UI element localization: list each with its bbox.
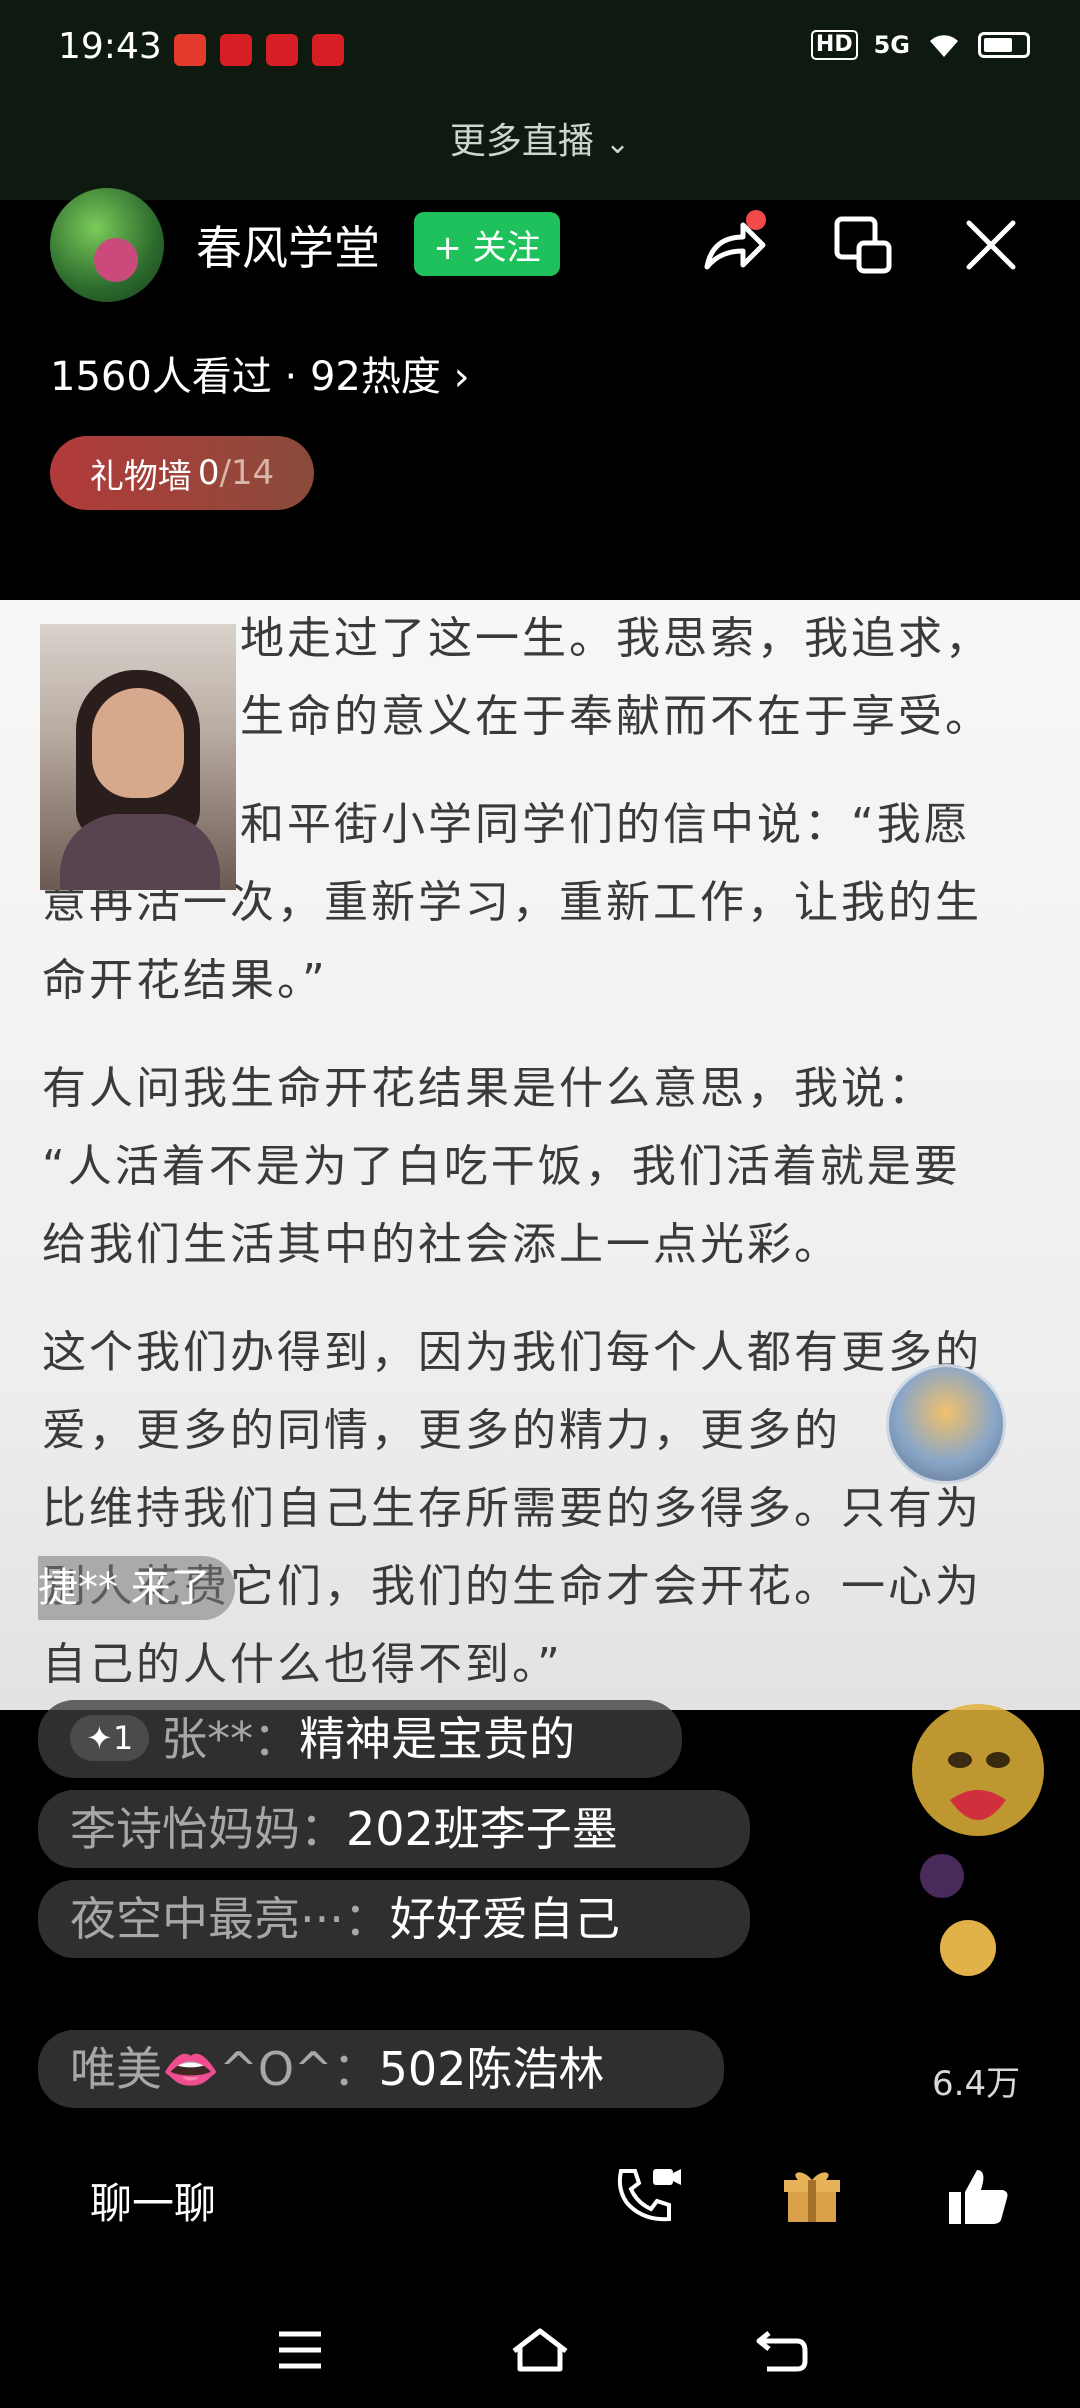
comment-text: 202班李子墨	[346, 1802, 618, 1856]
follow-button[interactable]: + 关注	[414, 212, 560, 276]
home-nav-button[interactable]	[510, 2320, 570, 2380]
like-count: 6.4万	[932, 2064, 1021, 2104]
comment-item[interactable]: 唯美👄^O^：502陈浩林	[38, 2030, 724, 2108]
doc-line: 比维持我们自己生存所需要的多得多。只有为	[42, 1483, 982, 1534]
presenter-body	[60, 814, 220, 890]
more-live-bar[interactable]: 更多直播 ⌄	[0, 100, 1080, 200]
notification-app-icon	[220, 34, 252, 66]
doc-line: 和平街小学同学们的信中说：“我愿	[240, 799, 971, 850]
gift-wall-button[interactable]: 礼物墙 0 /14	[50, 436, 314, 510]
float-window-button[interactable]	[828, 210, 898, 280]
viewer-count: 1560人看过	[50, 354, 272, 400]
doc-line: 地走过了这一生。我思索，我追求，	[240, 613, 992, 664]
status-bar: 19:43 HD 5G	[0, 0, 1080, 100]
gift-button[interactable]	[776, 2160, 848, 2232]
chat-input[interactable]: 聊一聊	[90, 2170, 216, 2231]
chevron-down-icon: ⌄	[604, 126, 631, 161]
doc-line: “人活着不是为了白吃干饭，我们活着就是要	[42, 1141, 961, 1192]
menu-nav-button[interactable]	[270, 2320, 330, 2380]
doc-line: 这个我们办得到，因为我们每个人都有更多的	[42, 1327, 982, 1378]
notification-app-icon	[266, 34, 298, 66]
fan-level-badge: ✦1	[70, 1715, 150, 1761]
gift-wall-count: 0	[197, 453, 220, 493]
status-time: 19:43	[58, 26, 162, 67]
notification-icons	[174, 34, 344, 66]
guest-avatar[interactable]	[886, 1364, 1006, 1484]
comment-user: 李诗怡妈妈：	[70, 1802, 346, 1856]
doc-line: 自己的人什么也得不到。”	[42, 1639, 563, 1690]
heat-count: 92热度	[309, 354, 441, 400]
battery-icon	[978, 32, 1030, 58]
share-notification-dot	[746, 210, 766, 230]
comment-text: 502陈浩林	[378, 2042, 605, 2096]
system-icons: HD 5G	[810, 30, 1030, 60]
gift-animation-sticker	[890, 1700, 1060, 1900]
comment-text: 精神是宝贵的	[299, 1712, 576, 1766]
close-button[interactable]	[956, 210, 1026, 280]
presenter-camera-view[interactable]	[40, 624, 236, 890]
home-icon	[512, 2328, 568, 2372]
thumbs-up-icon	[949, 2170, 1008, 2224]
doc-line: 生命的意义在于奉献而不在于享受。	[240, 691, 992, 742]
gift-icon	[784, 2172, 840, 2222]
streamer-avatar[interactable]	[50, 188, 164, 302]
streamer-name[interactable]: 春风学堂	[196, 212, 380, 278]
menu-icon	[279, 2331, 321, 2369]
separator-dot: ·	[284, 354, 310, 400]
chevron-right-icon: ›	[453, 354, 470, 400]
video-call-icon	[617, 2169, 681, 2222]
system-nav-bar	[0, 2290, 1080, 2408]
picture-in-picture-icon	[834, 216, 892, 274]
comment-text: 好好爱自己	[389, 1892, 620, 1946]
gift-wall-label: 礼物墙	[89, 456, 192, 497]
more-live-label: 更多直播	[449, 121, 594, 162]
like-button[interactable]	[942, 2160, 1014, 2232]
share-button[interactable]	[700, 210, 770, 280]
comment-item[interactable]: 夜空中最亮···：好好爱自己	[38, 1880, 750, 1958]
signal-icon: 5G	[873, 31, 910, 59]
comment-user: 夜空中最亮···：	[70, 1892, 390, 1946]
notification-app-icon	[312, 34, 344, 66]
call-button[interactable]	[612, 2160, 684, 2232]
comment-item[interactable]: 李诗怡妈妈：202班李子墨	[38, 1790, 750, 1868]
viewer-stats[interactable]: 1560人看过 · 92热度 ›	[50, 344, 470, 402]
comment-user: 唯美👄^O^：	[70, 2042, 379, 2096]
comment-item[interactable]: ✦1 张**：精神是宝贵的	[38, 1700, 682, 1778]
comment-user: 张**：	[161, 1712, 300, 1766]
presenter-face	[92, 688, 184, 798]
gift-wall-max: /14	[219, 453, 275, 493]
back-icon	[756, 2331, 808, 2372]
doc-line: 有人问我生命开花结果是什么意思，我说：	[42, 1063, 935, 1114]
emoji-sticker-icon	[912, 1704, 1044, 1898]
small-emoji-icon	[940, 1920, 996, 1976]
close-icon	[966, 220, 1016, 270]
hd-icon: HD	[810, 30, 858, 60]
user-entered-message: 捷** 来了	[38, 1556, 235, 1620]
doc-line: 给我们生活其中的社会添上一点光彩。	[42, 1219, 841, 1270]
notification-app-icon	[174, 34, 206, 66]
back-nav-button[interactable]	[752, 2320, 812, 2380]
wifi-icon	[930, 35, 958, 57]
doc-line: 命开花结果。”	[42, 955, 328, 1006]
